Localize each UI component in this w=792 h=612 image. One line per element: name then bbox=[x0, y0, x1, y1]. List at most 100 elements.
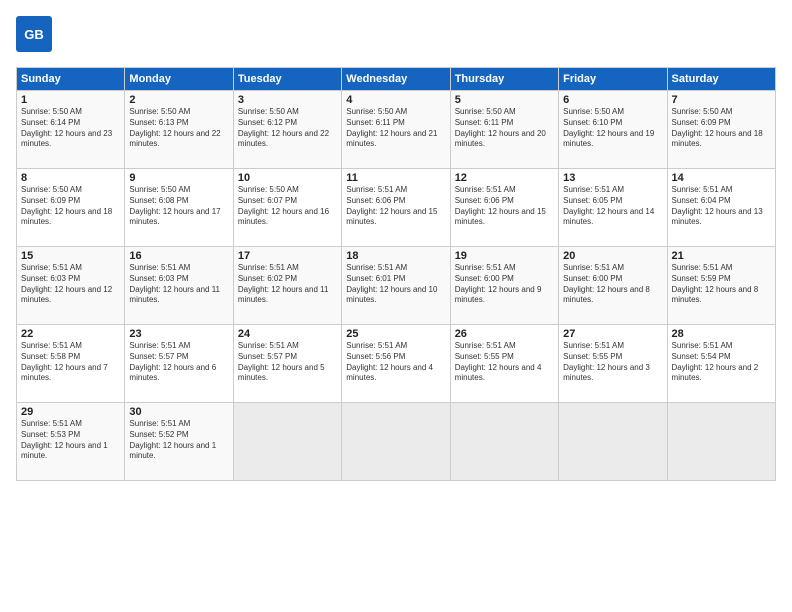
calendar-day-28: 28Sunrise: 5:51 AMSunset: 5:54 PMDayligh… bbox=[667, 325, 775, 403]
day-info: Sunrise: 5:50 AMSunset: 6:14 PMDaylight:… bbox=[21, 107, 120, 150]
day-info: Sunrise: 5:51 AMSunset: 6:03 PMDaylight:… bbox=[129, 263, 228, 306]
calendar-day-14: 14Sunrise: 5:51 AMSunset: 6:04 PMDayligh… bbox=[667, 169, 775, 247]
weekday-header-wednesday: Wednesday bbox=[342, 68, 450, 91]
calendar-day-2: 2Sunrise: 5:50 AMSunset: 6:13 PMDaylight… bbox=[125, 91, 233, 169]
day-number: 9 bbox=[129, 172, 228, 184]
day-info: Sunrise: 5:50 AMSunset: 6:11 PMDaylight:… bbox=[455, 107, 554, 150]
calendar-week-row: 15Sunrise: 5:51 AMSunset: 6:03 PMDayligh… bbox=[17, 247, 776, 325]
day-number: 7 bbox=[672, 94, 771, 106]
calendar-day-8: 8Sunrise: 5:50 AMSunset: 6:09 PMDaylight… bbox=[17, 169, 125, 247]
calendar-day-empty bbox=[450, 403, 558, 481]
calendar-week-row: 8Sunrise: 5:50 AMSunset: 6:09 PMDaylight… bbox=[17, 169, 776, 247]
day-number: 2 bbox=[129, 94, 228, 106]
day-info: Sunrise: 5:50 AMSunset: 6:08 PMDaylight:… bbox=[129, 185, 228, 228]
day-number: 23 bbox=[129, 328, 228, 340]
calendar-day-26: 26Sunrise: 5:51 AMSunset: 5:55 PMDayligh… bbox=[450, 325, 558, 403]
header: GB bbox=[16, 16, 776, 57]
calendar-day-empty bbox=[559, 403, 667, 481]
day-info: Sunrise: 5:51 AMSunset: 5:59 PMDaylight:… bbox=[672, 263, 771, 306]
day-info: Sunrise: 5:51 AMSunset: 5:57 PMDaylight:… bbox=[238, 341, 337, 384]
day-info: Sunrise: 5:51 AMSunset: 5:55 PMDaylight:… bbox=[563, 341, 662, 384]
weekday-header-row: SundayMondayTuesdayWednesdayThursdayFrid… bbox=[17, 68, 776, 91]
day-info: Sunrise: 5:51 AMSunset: 5:54 PMDaylight:… bbox=[672, 341, 771, 384]
weekday-header-tuesday: Tuesday bbox=[233, 68, 341, 91]
calendar-day-6: 6Sunrise: 5:50 AMSunset: 6:10 PMDaylight… bbox=[559, 91, 667, 169]
day-info: Sunrise: 5:51 AMSunset: 6:04 PMDaylight:… bbox=[672, 185, 771, 228]
day-number: 30 bbox=[129, 406, 228, 418]
day-number: 14 bbox=[672, 172, 771, 184]
calendar-day-empty bbox=[342, 403, 450, 481]
day-number: 24 bbox=[238, 328, 337, 340]
day-info: Sunrise: 5:51 AMSunset: 6:00 PMDaylight:… bbox=[563, 263, 662, 306]
day-number: 4 bbox=[346, 94, 445, 106]
calendar-day-19: 19Sunrise: 5:51 AMSunset: 6:00 PMDayligh… bbox=[450, 247, 558, 325]
calendar-day-21: 21Sunrise: 5:51 AMSunset: 5:59 PMDayligh… bbox=[667, 247, 775, 325]
day-number: 11 bbox=[346, 172, 445, 184]
day-info: Sunrise: 5:51 AMSunset: 6:02 PMDaylight:… bbox=[238, 263, 337, 306]
day-info: Sunrise: 5:51 AMSunset: 6:05 PMDaylight:… bbox=[563, 185, 662, 228]
day-number: 20 bbox=[563, 250, 662, 262]
weekday-header-friday: Friday bbox=[559, 68, 667, 91]
day-number: 5 bbox=[455, 94, 554, 106]
calendar-day-9: 9Sunrise: 5:50 AMSunset: 6:08 PMDaylight… bbox=[125, 169, 233, 247]
day-number: 27 bbox=[563, 328, 662, 340]
day-info: Sunrise: 5:51 AMSunset: 5:58 PMDaylight:… bbox=[21, 341, 120, 384]
calendar-day-24: 24Sunrise: 5:51 AMSunset: 5:57 PMDayligh… bbox=[233, 325, 341, 403]
logo-icon: GB bbox=[16, 16, 52, 52]
day-number: 29 bbox=[21, 406, 120, 418]
day-info: Sunrise: 5:50 AMSunset: 6:10 PMDaylight:… bbox=[563, 107, 662, 150]
day-number: 8 bbox=[21, 172, 120, 184]
calendar-day-3: 3Sunrise: 5:50 AMSunset: 6:12 PMDaylight… bbox=[233, 91, 341, 169]
day-info: Sunrise: 5:51 AMSunset: 5:52 PMDaylight:… bbox=[129, 419, 228, 462]
calendar-week-row: 1Sunrise: 5:50 AMSunset: 6:14 PMDaylight… bbox=[17, 91, 776, 169]
calendar-day-15: 15Sunrise: 5:51 AMSunset: 6:03 PMDayligh… bbox=[17, 247, 125, 325]
day-info: Sunrise: 5:50 AMSunset: 6:09 PMDaylight:… bbox=[21, 185, 120, 228]
day-number: 1 bbox=[21, 94, 120, 106]
calendar-day-25: 25Sunrise: 5:51 AMSunset: 5:56 PMDayligh… bbox=[342, 325, 450, 403]
calendar-day-1: 1Sunrise: 5:50 AMSunset: 6:14 PMDaylight… bbox=[17, 91, 125, 169]
day-number: 18 bbox=[346, 250, 445, 262]
day-number: 17 bbox=[238, 250, 337, 262]
day-number: 16 bbox=[129, 250, 228, 262]
day-info: Sunrise: 5:51 AMSunset: 5:56 PMDaylight:… bbox=[346, 341, 445, 384]
calendar-day-4: 4Sunrise: 5:50 AMSunset: 6:11 PMDaylight… bbox=[342, 91, 450, 169]
day-info: Sunrise: 5:50 AMSunset: 6:09 PMDaylight:… bbox=[672, 107, 771, 150]
day-number: 28 bbox=[672, 328, 771, 340]
day-number: 19 bbox=[455, 250, 554, 262]
day-info: Sunrise: 5:51 AMSunset: 5:55 PMDaylight:… bbox=[455, 341, 554, 384]
day-info: Sunrise: 5:51 AMSunset: 6:03 PMDaylight:… bbox=[21, 263, 120, 306]
calendar-day-16: 16Sunrise: 5:51 AMSunset: 6:03 PMDayligh… bbox=[125, 247, 233, 325]
weekday-header-sunday: Sunday bbox=[17, 68, 125, 91]
day-info: Sunrise: 5:50 AMSunset: 6:13 PMDaylight:… bbox=[129, 107, 228, 150]
svg-text:GB: GB bbox=[24, 27, 44, 42]
calendar-day-11: 11Sunrise: 5:51 AMSunset: 6:06 PMDayligh… bbox=[342, 169, 450, 247]
logo: GB bbox=[16, 16, 56, 57]
day-info: Sunrise: 5:51 AMSunset: 6:01 PMDaylight:… bbox=[346, 263, 445, 306]
day-number: 13 bbox=[563, 172, 662, 184]
calendar-day-30: 30Sunrise: 5:51 AMSunset: 5:52 PMDayligh… bbox=[125, 403, 233, 481]
day-number: 3 bbox=[238, 94, 337, 106]
day-number: 22 bbox=[21, 328, 120, 340]
calendar-day-7: 7Sunrise: 5:50 AMSunset: 6:09 PMDaylight… bbox=[667, 91, 775, 169]
day-info: Sunrise: 5:51 AMSunset: 5:53 PMDaylight:… bbox=[21, 419, 120, 462]
page: GB SundayMondayTuesdayWednesdayThursdayF… bbox=[0, 0, 792, 612]
day-info: Sunrise: 5:51 AMSunset: 5:57 PMDaylight:… bbox=[129, 341, 228, 384]
calendar-day-13: 13Sunrise: 5:51 AMSunset: 6:05 PMDayligh… bbox=[559, 169, 667, 247]
weekday-header-monday: Monday bbox=[125, 68, 233, 91]
day-info: Sunrise: 5:51 AMSunset: 6:06 PMDaylight:… bbox=[455, 185, 554, 228]
day-info: Sunrise: 5:51 AMSunset: 6:06 PMDaylight:… bbox=[346, 185, 445, 228]
calendar-day-17: 17Sunrise: 5:51 AMSunset: 6:02 PMDayligh… bbox=[233, 247, 341, 325]
calendar-day-22: 22Sunrise: 5:51 AMSunset: 5:58 PMDayligh… bbox=[17, 325, 125, 403]
day-number: 26 bbox=[455, 328, 554, 340]
calendar-week-row: 22Sunrise: 5:51 AMSunset: 5:58 PMDayligh… bbox=[17, 325, 776, 403]
calendar-table: SundayMondayTuesdayWednesdayThursdayFrid… bbox=[16, 67, 776, 481]
day-number: 12 bbox=[455, 172, 554, 184]
calendar-day-29: 29Sunrise: 5:51 AMSunset: 5:53 PMDayligh… bbox=[17, 403, 125, 481]
day-number: 25 bbox=[346, 328, 445, 340]
weekday-header-saturday: Saturday bbox=[667, 68, 775, 91]
calendar-day-20: 20Sunrise: 5:51 AMSunset: 6:00 PMDayligh… bbox=[559, 247, 667, 325]
calendar-day-empty bbox=[667, 403, 775, 481]
calendar-week-row: 29Sunrise: 5:51 AMSunset: 5:53 PMDayligh… bbox=[17, 403, 776, 481]
day-info: Sunrise: 5:50 AMSunset: 6:07 PMDaylight:… bbox=[238, 185, 337, 228]
weekday-header-thursday: Thursday bbox=[450, 68, 558, 91]
